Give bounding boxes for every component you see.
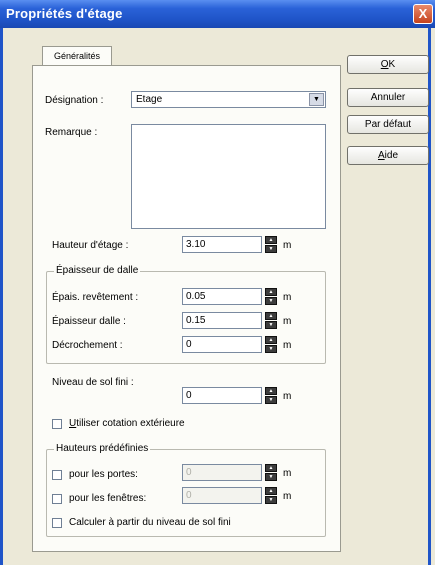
remarque-label: Remarque : bbox=[45, 127, 98, 138]
hauteur-etage-spinner[interactable]: ▲ ▼ bbox=[265, 236, 277, 253]
epais-revetement-value: 0.05 bbox=[186, 291, 206, 302]
spin-up-icon[interactable]: ▲ bbox=[265, 387, 277, 395]
spin-down-icon[interactable]: ▼ bbox=[265, 496, 277, 504]
decrochement-spinner[interactable]: ▲ ▼ bbox=[265, 336, 277, 353]
epaisseur-dalle-input[interactable]: 0.15 bbox=[182, 312, 262, 329]
ok-accel: O bbox=[380, 59, 389, 70]
dialog-window: Propriétés d'étage X Généralités Désigna… bbox=[0, 0, 435, 565]
niveau-sol-input[interactable]: 0 bbox=[182, 387, 262, 404]
decrochement-value: 0 bbox=[186, 339, 192, 350]
epaisseur-dalle-spinner[interactable]: ▲ ▼ bbox=[265, 312, 277, 329]
cotation-checkbox[interactable] bbox=[52, 419, 62, 429]
hauteurs-group-title: Hauteurs prédéfinies bbox=[54, 443, 151, 454]
decrochement-input[interactable]: 0 bbox=[182, 336, 262, 353]
spin-up-icon[interactable]: ▲ bbox=[265, 236, 277, 244]
ok-button[interactable]: OK bbox=[347, 55, 429, 74]
fenetres-spinner[interactable]: ▲ ▼ bbox=[265, 487, 277, 504]
spin-up-icon[interactable]: ▲ bbox=[265, 288, 277, 296]
spin-down-icon[interactable]: ▼ bbox=[265, 396, 277, 404]
epais-revetement-label: Épais. revêtement : bbox=[52, 292, 139, 303]
hauteur-etage-label: Hauteur d'étage : bbox=[52, 240, 129, 251]
cotation-label[interactable]: Utiliser cotation extérieure bbox=[69, 418, 185, 429]
par-defaut-button[interactable]: Par défaut bbox=[347, 115, 429, 134]
designation-value: Etage bbox=[136, 94, 163, 105]
spin-down-icon[interactable]: ▼ bbox=[265, 345, 277, 353]
niveau-sol-unit: m bbox=[283, 391, 292, 402]
epais-revetement-spinner[interactable]: ▲ ▼ bbox=[265, 288, 277, 305]
epais-revetement-unit: m bbox=[283, 292, 292, 303]
hauteur-etage-unit: m bbox=[283, 240, 292, 251]
designation-select[interactable]: Etage ▼ bbox=[131, 91, 326, 108]
spin-up-icon[interactable]: ▲ bbox=[265, 312, 277, 320]
epais-revetement-input[interactable]: 0.05 bbox=[182, 288, 262, 305]
spin-down-icon[interactable]: ▼ bbox=[265, 473, 277, 481]
fenetres-label[interactable]: pour les fenêtres: bbox=[69, 493, 146, 504]
tab-generalites[interactable]: Généralités bbox=[42, 46, 112, 66]
portes-spinner[interactable]: ▲ ▼ bbox=[265, 464, 277, 481]
fenetres-input[interactable]: 0 bbox=[182, 487, 262, 504]
window-title: Propriétés d'étage bbox=[6, 6, 123, 21]
epaisseur-dalle-value: 0.15 bbox=[186, 315, 206, 326]
portes-unit: m bbox=[283, 468, 292, 479]
spin-down-icon[interactable]: ▼ bbox=[265, 297, 277, 305]
close-button[interactable]: X bbox=[413, 4, 433, 24]
portes-label[interactable]: pour les portes: bbox=[69, 469, 138, 480]
fenetres-checkbox[interactable] bbox=[52, 494, 62, 504]
hauteur-etage-input[interactable]: 3.10 bbox=[182, 236, 262, 253]
portes-value: 0 bbox=[186, 467, 192, 478]
remarque-textarea[interactable] bbox=[131, 124, 326, 229]
epaisseur-dalle-unit: m bbox=[283, 316, 292, 327]
spin-up-icon[interactable]: ▲ bbox=[265, 336, 277, 344]
decrochement-unit: m bbox=[283, 340, 292, 351]
annuler-button[interactable]: Annuler bbox=[347, 88, 429, 107]
niveau-sol-label: Niveau de sol fini : bbox=[52, 377, 134, 388]
title-bar[interactable]: Propriétés d'étage X bbox=[0, 0, 435, 28]
spin-down-icon[interactable]: ▼ bbox=[265, 321, 277, 329]
decrochement-label: Décrochement : bbox=[52, 340, 123, 351]
hauteur-etage-value: 3.10 bbox=[186, 239, 206, 250]
portes-checkbox[interactable] bbox=[52, 470, 62, 480]
niveau-sol-spinner[interactable]: ▲ ▼ bbox=[265, 387, 277, 404]
portes-input[interactable]: 0 bbox=[182, 464, 262, 481]
aide-button[interactable]: Aide bbox=[347, 146, 429, 165]
spin-up-icon[interactable]: ▲ bbox=[265, 464, 277, 472]
ok-label-rest: K bbox=[388, 59, 396, 70]
epaisseur-dalle-label: Épaisseur dalle : bbox=[52, 316, 126, 327]
aide-label-rest: ide bbox=[384, 150, 399, 161]
calculer-checkbox[interactable] bbox=[52, 518, 62, 528]
aide-accel: A bbox=[377, 150, 385, 161]
chevron-down-icon[interactable]: ▼ bbox=[309, 93, 324, 106]
epaisseur-group-title: Épaisseur de dalle bbox=[54, 265, 141, 276]
cotation-label-rest: tiliser cotation extérieure bbox=[76, 418, 185, 429]
calculer-label[interactable]: Calculer à partir du niveau de sol fini bbox=[69, 517, 231, 528]
spin-up-icon[interactable]: ▲ bbox=[265, 487, 277, 495]
fenetres-unit: m bbox=[283, 491, 292, 502]
niveau-sol-value: 0 bbox=[186, 390, 192, 401]
spin-down-icon[interactable]: ▼ bbox=[265, 245, 277, 253]
designation-label: Désignation : bbox=[45, 95, 104, 106]
fenetres-value: 0 bbox=[186, 490, 192, 501]
